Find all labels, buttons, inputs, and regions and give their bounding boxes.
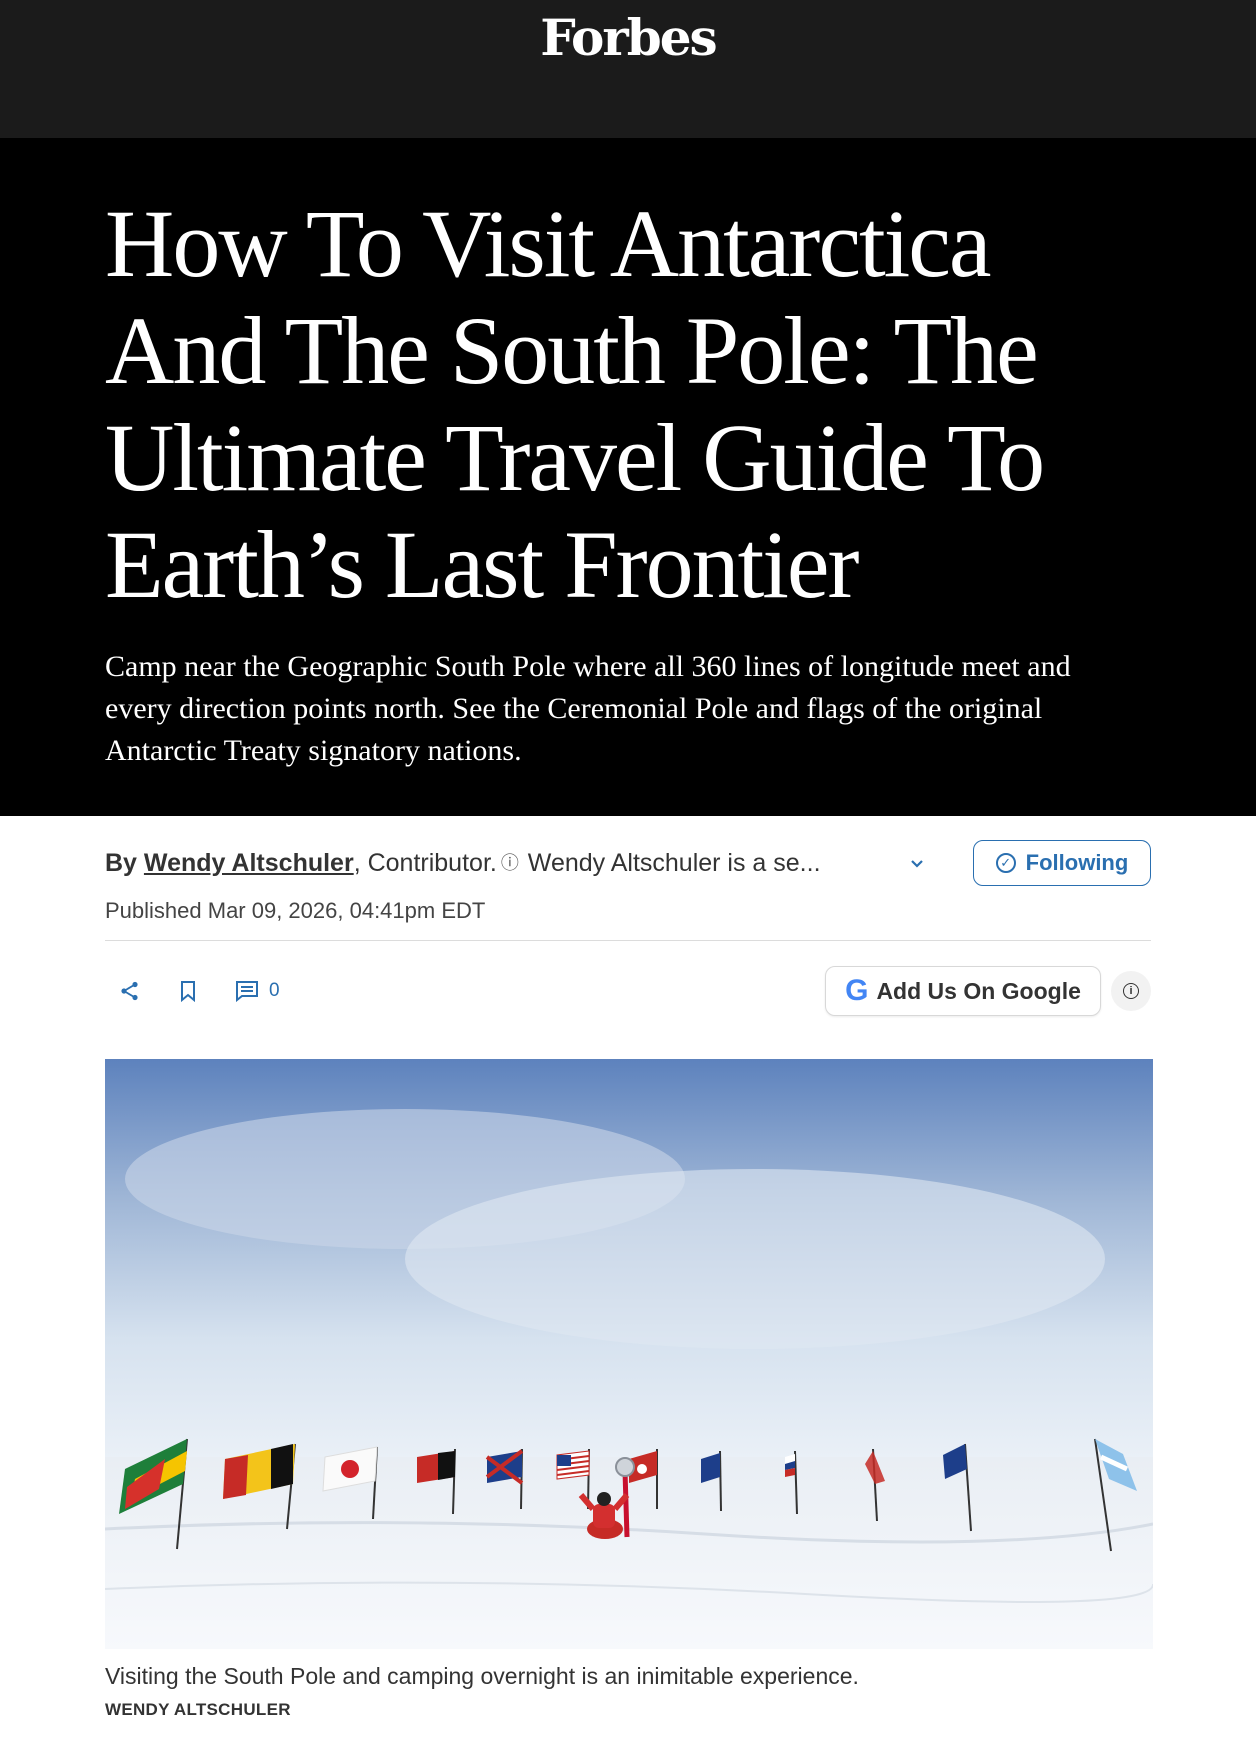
article-body: By Wendy Altschuler, Contributor. ⓘ Wendy…: [0, 838, 1256, 1720]
check-circle-icon: ✓: [995, 853, 1016, 873]
article-headline: How To Visit Antarctica And The South Po…: [105, 190, 1045, 618]
forbes-logo[interactable]: Forbes: [540, 8, 717, 67]
author-bio-truncated: Wendy Altschuler is a se...: [527, 848, 821, 877]
share-icon[interactable]: [119, 980, 141, 1002]
byline-prefix: By: [105, 848, 137, 877]
byline: By Wendy Altschuler, Contributor. ⓘ Wendy…: [105, 849, 885, 878]
bookmark-icon[interactable]: [179, 980, 197, 1002]
article-hero-image[interactable]: [105, 1059, 1153, 1649]
add-us-on-google-button[interactable]: G Add Us On Google: [825, 966, 1101, 1016]
following-button[interactable]: ✓ Following: [973, 840, 1151, 886]
image-caption: Visiting the South Pole and camping over…: [105, 1663, 859, 1689]
byline-row: By Wendy Altschuler, Contributor. ⓘ Wendy…: [105, 838, 1151, 888]
divider: [105, 940, 1151, 941]
chevron-down-icon[interactable]: [897, 853, 937, 874]
author-role: Contributor.: [367, 848, 497, 877]
image-credit: WENDY ALTSCHULER: [105, 1700, 291, 1719]
published-date: Published Mar 09, 2026, 04:41pm EDT: [105, 898, 486, 923]
info-circle-icon[interactable]: ⓘ: [501, 853, 519, 873]
article-actions: 0 G Add Us On Google i: [105, 965, 1151, 1017]
google-g-icon: G: [845, 974, 869, 1007]
google-button-label: Add Us On Google: [876, 977, 1081, 1004]
byline-comma: ,: [353, 848, 361, 877]
following-label: Following: [1025, 850, 1129, 875]
south-pole-photo: [105, 1059, 1153, 1649]
comment-icon[interactable]: [235, 980, 259, 1002]
site-header: Forbes: [0, 0, 1256, 138]
info-button[interactable]: i: [1111, 971, 1151, 1011]
info-icon: i: [1123, 983, 1139, 999]
article-hero: How To Visit Antarctica And The South Po…: [0, 138, 1256, 816]
article-dek: Camp near the Geographic South Pole wher…: [105, 650, 1071, 767]
author-link[interactable]: Wendy Altschuler: [144, 849, 354, 877]
comment-count[interactable]: 0: [269, 980, 280, 1002]
